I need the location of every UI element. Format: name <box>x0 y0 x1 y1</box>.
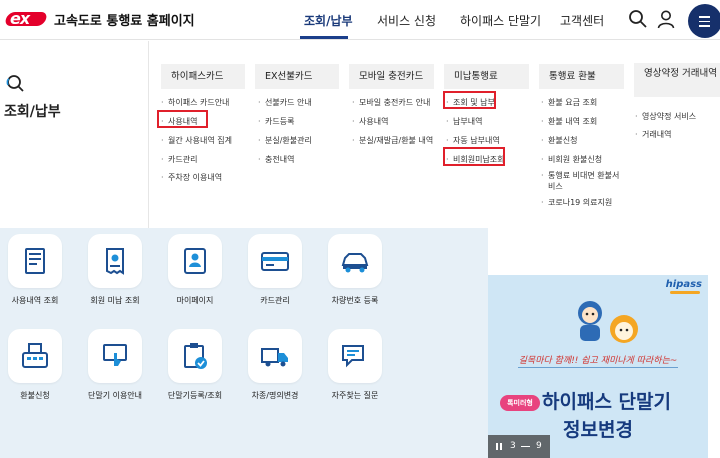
menu-item[interactable]: 카드관리 <box>161 154 198 165</box>
menu-item[interactable]: 거래내역 <box>635 129 672 140</box>
menu-item[interactable]: 환불 요금 조회 <box>541 97 597 108</box>
car-icon <box>341 253 369 273</box>
menu-item[interactable]: 영상약정 서비스 <box>635 111 696 122</box>
quick-usage-history-button[interactable] <box>8 234 62 288</box>
touch-screen-icon <box>103 344 127 366</box>
quick-label: 사용내역 조회 <box>11 296 59 305</box>
quick-terminal-guide-button[interactable] <box>88 329 142 383</box>
pager-separator <box>521 446 530 447</box>
nav-hipass-terminal[interactable]: 하이패스 단말기 <box>460 12 541 29</box>
hipass-swoosh <box>670 291 700 294</box>
menu-item[interactable]: 분실/재발급/환불 내역 <box>352 135 433 146</box>
quick-label: 회원 미납 조회 <box>90 296 140 305</box>
quick-card-manage-button[interactable] <box>248 234 302 288</box>
menu-item[interactable]: 하이패스 카드안내 <box>161 97 229 108</box>
quick-label: 환불신청 <box>20 391 50 400</box>
menu-item[interactable]: 환불 내역 조회 <box>541 116 597 127</box>
menu-item[interactable]: 충전내역 <box>258 154 295 165</box>
pager-current: 3 <box>510 441 516 451</box>
menu-category-toll-refund[interactable]: 통행료 환불 <box>539 64 624 89</box>
banner-title: 하이패스 단말기 <box>542 391 671 413</box>
mascot-icon <box>610 315 638 343</box>
quick-label: 단말기등록/조회 <box>167 391 223 400</box>
search-icon[interactable] <box>628 9 648 29</box>
menu-category-video-contract[interactable]: 영상약정 거래내역 <box>634 63 720 97</box>
hipass-logo: hipass <box>665 279 702 290</box>
banner-tag: 톡미러형 <box>500 395 540 411</box>
quick-label: 차종/명의변경 <box>251 391 299 400</box>
banner-pager: 3 9 <box>488 435 550 458</box>
nav-service-apply[interactable]: 서비스 신청 <box>377 12 436 29</box>
highlight-box <box>443 147 505 166</box>
banner-subtitle: 정보변경 <box>563 419 633 441</box>
receipt-icon <box>106 248 124 275</box>
menu-icon[interactable] <box>688 4 720 38</box>
global-nav: 조회/납부 서비스 신청 하이패스 단말기 고객센터 <box>0 12 720 32</box>
nav-customer-center[interactable]: 고객센터 <box>560 12 604 29</box>
clipboard-check-icon <box>184 343 207 369</box>
search-icon <box>6 75 24 92</box>
menu-item[interactable]: 분실/환불관리 <box>258 135 312 146</box>
quick-label: 자주찾는 질문 <box>331 391 379 400</box>
profile-card-icon <box>184 248 206 274</box>
menu-item[interactable]: 선불카드 안내 <box>258 97 312 108</box>
menu-item[interactable]: 비회원 환불신청 <box>541 154 602 165</box>
site-header: ex 고속도로 통행료 홈페이지 조회/납부 서비스 신청 하이패스 단말기 고… <box>0 0 720 40</box>
quick-refund-apply-button[interactable] <box>8 329 62 383</box>
mega-menu: 조회/납부 하이패스카드 하이패스 카드안내 사용내역 월간 사용내역 집계 카… <box>0 41 720 228</box>
document-list-icon <box>25 248 45 274</box>
menu-item[interactable]: 모바일 충전카드 안내 <box>352 97 430 108</box>
fax-icon <box>22 343 48 368</box>
quick-menu: 사용내역 조회 회원 미납 조회 마이페이지 카드관리 차량번호 등록 환불신청… <box>0 228 488 458</box>
quick-faq-button[interactable] <box>328 329 382 383</box>
divider <box>518 367 678 368</box>
promo-banner[interactable]: hipass 길목마다 함께!! 쉽고 재미나게 따라하는~ 톡미러형 하이패스… <box>488 275 708 458</box>
quick-label: 단말기 이용안내 <box>87 391 143 400</box>
quick-mypage-button[interactable] <box>168 234 222 288</box>
quick-label: 마이페이지 <box>176 296 214 305</box>
breadcrumb-title: 조회/납부 <box>4 104 61 120</box>
banner-slogan: 길목마다 함께!! 쉽고 재미나게 따라하는~ <box>518 356 678 366</box>
menu-item[interactable]: 카드등록 <box>258 116 295 127</box>
menu-item[interactable]: 사용내역 <box>352 116 389 127</box>
highlight-box <box>157 110 208 128</box>
quick-member-unpaid-button[interactable] <box>88 234 142 288</box>
quick-vehicle-register-button[interactable] <box>328 234 382 288</box>
menu-category-unpaid-toll[interactable]: 미납통행료 <box>444 64 529 89</box>
divider <box>148 41 149 228</box>
menu-item[interactable]: 통행료 비대면 환불서비스 <box>541 170 626 192</box>
menu-item[interactable]: 월간 사용내역 집계 <box>161 135 232 146</box>
quick-label: 카드관리 <box>260 296 290 305</box>
menu-category-ex-prepaid-card[interactable]: EX선불카드 <box>255 64 339 89</box>
quick-terminal-register-button[interactable] <box>168 329 222 383</box>
mascot-icon <box>578 301 602 341</box>
menu-item[interactable]: 주차장 이용내역 <box>161 172 222 183</box>
user-icon[interactable] <box>656 9 676 29</box>
pause-icon[interactable] <box>496 443 498 450</box>
menu-item[interactable]: 납부내역 <box>446 116 483 127</box>
truck-icon <box>261 348 288 367</box>
active-nav-indicator <box>300 36 348 39</box>
pager-total: 9 <box>536 441 542 451</box>
nav-query-payment[interactable]: 조회/납부 <box>304 12 353 29</box>
quick-label: 차량번호 등록 <box>331 296 379 305</box>
menu-item[interactable]: 환불신청 <box>541 135 578 146</box>
menu-category-mobile-card[interactable]: 모바일 충전카드 <box>349 64 434 89</box>
chat-bubble-icon <box>342 345 364 368</box>
menu-item[interactable]: 코로나19 의료지원 <box>541 197 612 208</box>
highlight-box <box>443 91 496 109</box>
credit-card-icon <box>261 252 289 271</box>
menu-item[interactable]: 자동 납부내역 <box>446 135 500 146</box>
quick-vehicle-change-button[interactable] <box>248 329 302 383</box>
menu-category-hipass-card[interactable]: 하이패스카드 <box>161 64 245 89</box>
